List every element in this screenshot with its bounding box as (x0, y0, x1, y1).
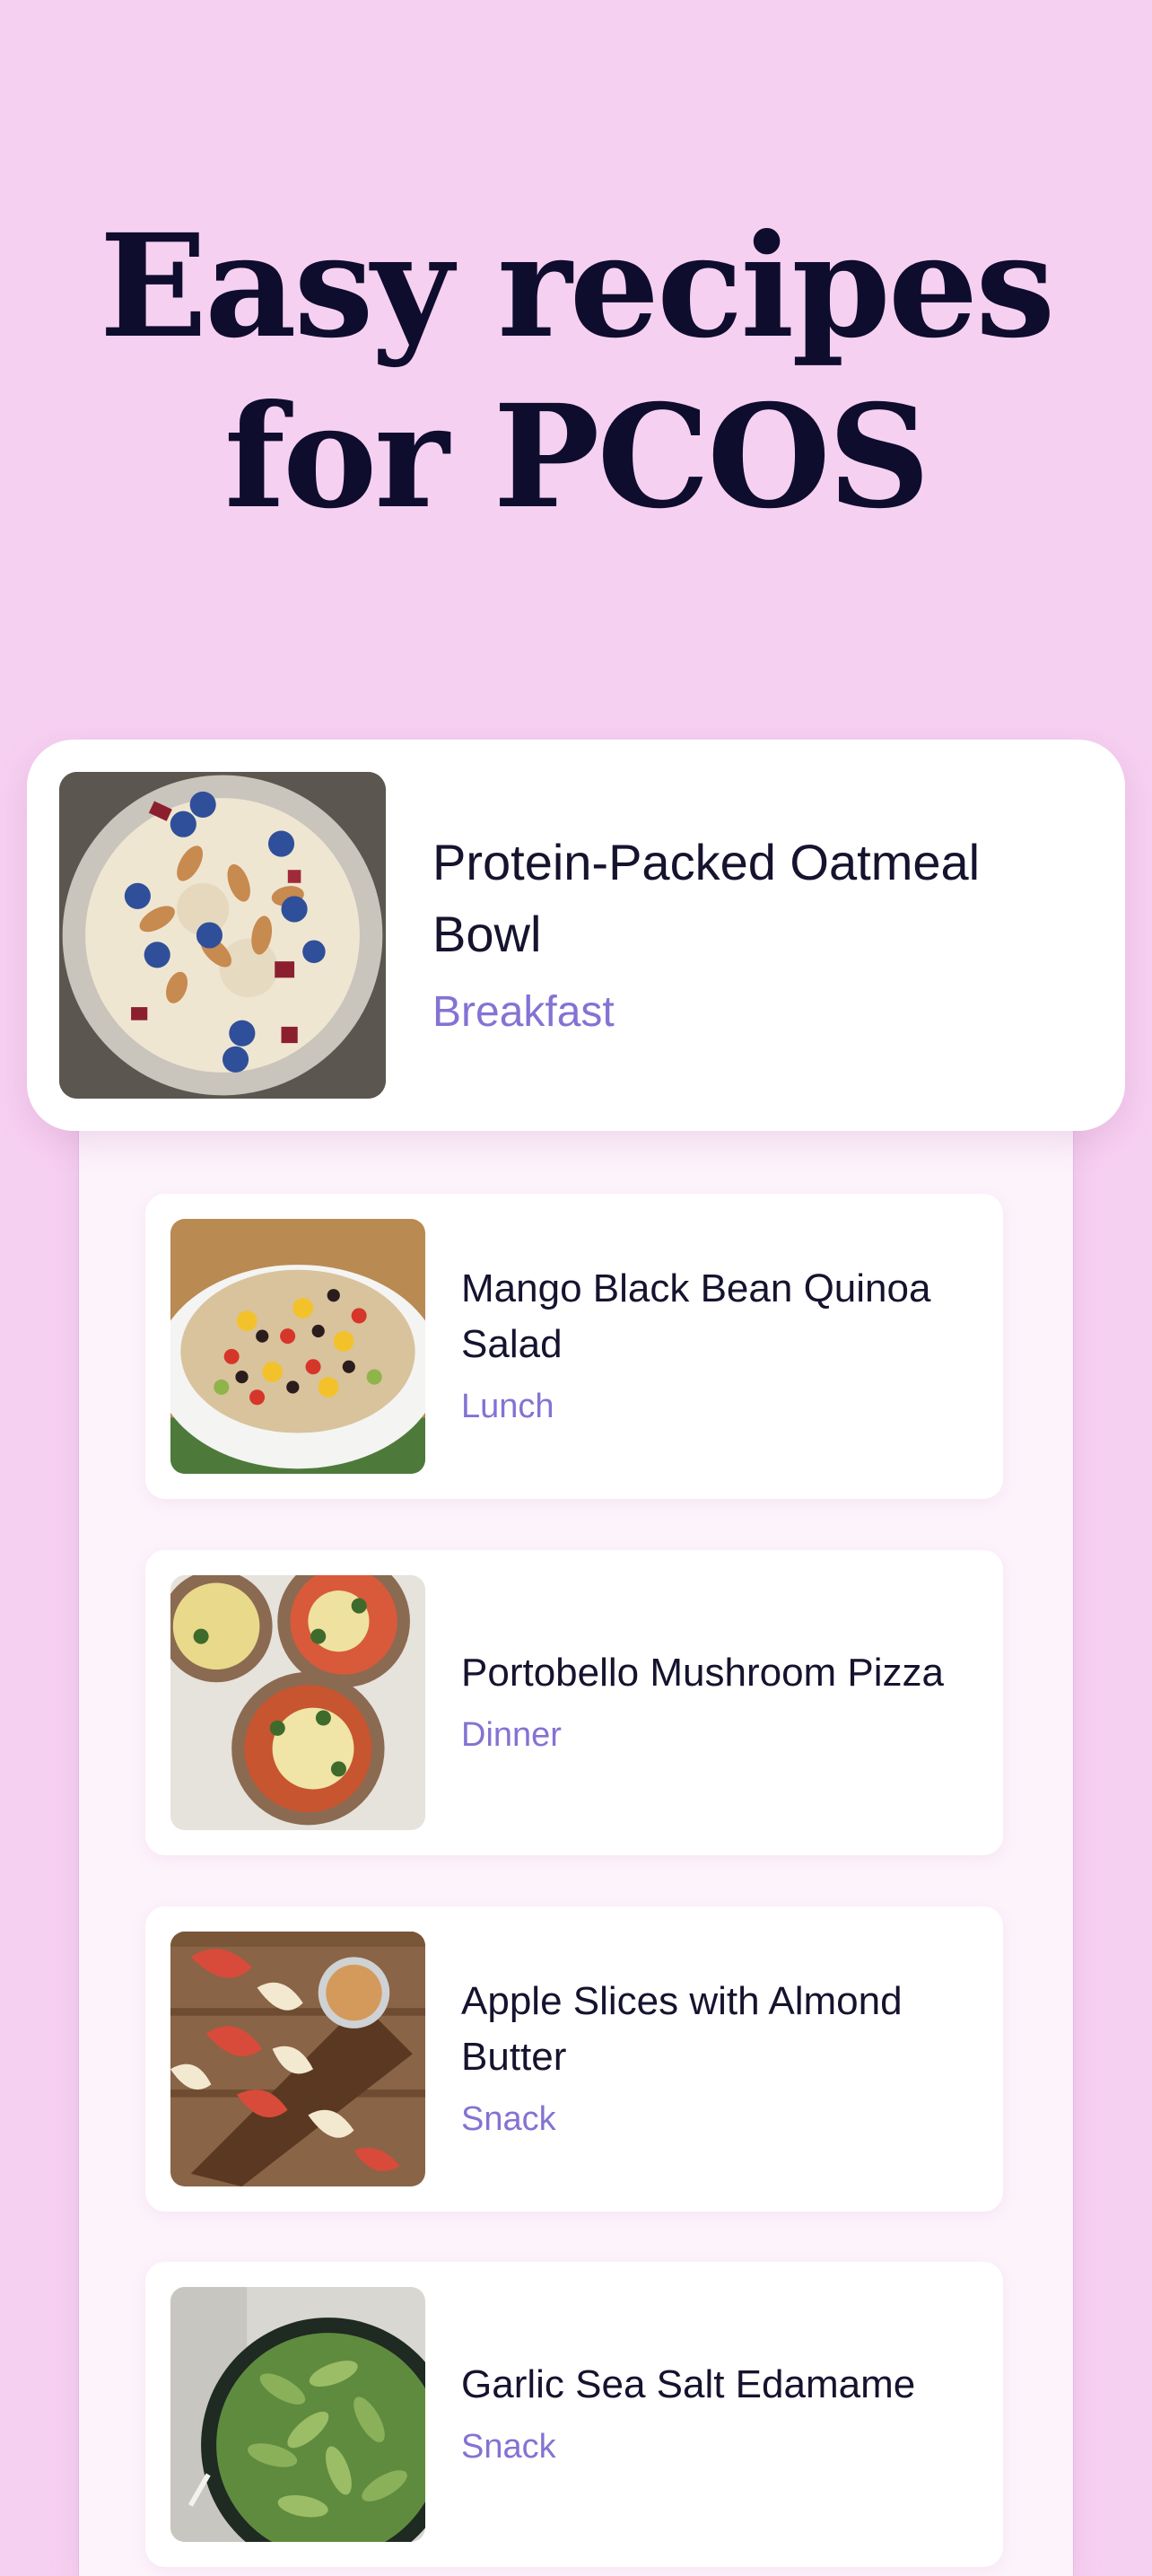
recipe-card[interactable]: Garlic Sea Salt Edamame Snack (145, 2262, 1003, 2567)
recipe-title: Portobello Mushroom Pizza (461, 1651, 945, 1695)
recipe-card[interactable]: Portobello Mushroom Pizza Dinner (145, 1550, 1003, 1855)
hero-heading: Easy recipes for PCOS (0, 202, 1152, 543)
featured-recipe-card[interactable]: Protein-Packed Oatmeal Bowl Breakfast (27, 740, 1125, 1131)
recipe-category: Lunch (461, 1388, 554, 1425)
quinoa-salad-photo (170, 1219, 425, 1474)
hero-line-2: for PCOS (224, 374, 930, 540)
recipe-category: Snack (461, 2100, 556, 2138)
recipe-info: Mango Black Bean Quinoa Salad Lunch (461, 1261, 978, 1432)
hero-line-1: Easy recipes (99, 204, 1056, 370)
featured-recipe-category: Breakfast (432, 988, 615, 1036)
recipe-title: Garlic Sea Salt Edamame (461, 2362, 916, 2406)
featured-recipe-info: Protein-Packed Oatmeal Bowl Breakfast (432, 827, 1093, 1044)
recipe-info: Apple Slices with Almond Butter Snack (461, 1974, 978, 2144)
apple-almond-butter-photo (170, 1932, 425, 2186)
edamame-photo (170, 2287, 425, 2542)
recipe-info: Portobello Mushroom Pizza Dinner (461, 1645, 944, 1760)
recipe-category: Dinner (461, 1716, 562, 1754)
recipe-card[interactable]: Apple Slices with Almond Butter Snack (145, 1906, 1003, 2212)
featured-recipe-title: Protein-Packed Oatmeal Bowl (432, 834, 981, 962)
recipe-category: Snack (461, 2428, 556, 2466)
recipe-info: Garlic Sea Salt Edamame Snack (461, 2357, 915, 2472)
recipe-title: Apple Slices with Almond Butter (461, 1979, 903, 2079)
recipe-card[interactable]: Mango Black Bean Quinoa Salad Lunch (145, 1194, 1003, 1499)
recipe-title: Mango Black Bean Quinoa Salad (461, 1266, 931, 1366)
oatmeal-bowl-photo (59, 772, 386, 1099)
portobello-pizza-photo (170, 1575, 425, 1830)
